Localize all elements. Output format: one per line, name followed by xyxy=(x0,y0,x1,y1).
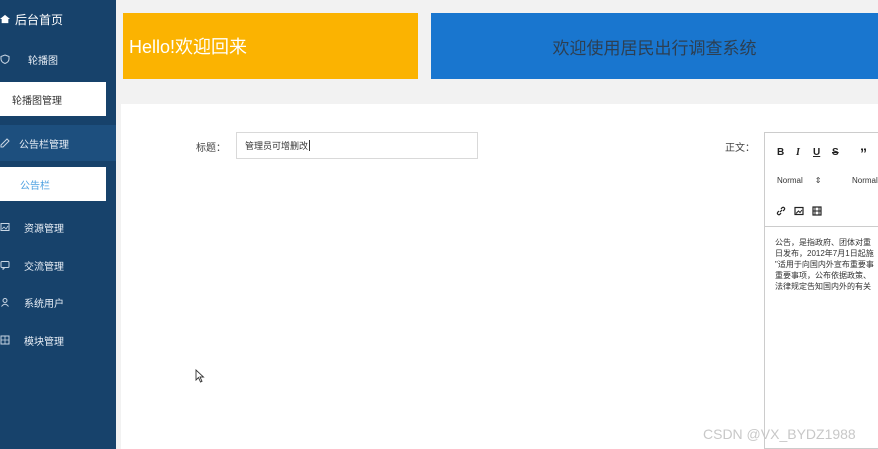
sidebar-item-notice-manage[interactable]: 公告栏管理 xyxy=(0,125,116,161)
header-select-value: Normal xyxy=(777,176,803,185)
underline-button[interactable]: U xyxy=(813,147,820,158)
sidebar-item-label: 公告栏 xyxy=(20,180,50,192)
sidebar-item-label: 轮播图管理 xyxy=(12,95,62,107)
select-arrows-icon: ⇕ xyxy=(814,176,822,185)
rich-text-editor[interactable]: B I U S ” Normal ⇕ Normal 公告，是指政府、团体对重 日发… xyxy=(764,132,878,449)
title-label: 标题： xyxy=(196,143,226,154)
toolbar-divider xyxy=(765,226,878,227)
body-label: 正文： xyxy=(725,143,755,154)
sidebar-item-resources[interactable]: 资源管理 xyxy=(0,209,116,245)
bold-button[interactable]: B xyxy=(777,147,784,158)
chat-icon xyxy=(0,261,10,270)
text-caret xyxy=(309,140,311,151)
video-icon[interactable] xyxy=(812,206,822,216)
watermark: CSDN @VX_BYDZ1988 xyxy=(703,426,856,442)
sidebar-item-communication[interactable]: 交流管理 xyxy=(0,247,116,283)
link-icon[interactable] xyxy=(776,206,786,216)
sidebar-item-label: 资源管理 xyxy=(24,223,64,235)
header-select[interactable]: Normal ⇕ xyxy=(777,176,821,185)
edit-icon xyxy=(0,138,10,148)
sidebar-item-modules[interactable]: 模块管理 xyxy=(0,322,116,358)
user-icon xyxy=(1,298,9,307)
sidebar: 后台首页 轮播图 轮播图管理 公告栏管理 公告栏 资源管理 交流管理 系统用户 … xyxy=(0,0,116,449)
grid-icon xyxy=(0,335,10,345)
sidebar-item-label: 模块管理 xyxy=(24,336,64,348)
strike-button[interactable]: S xyxy=(832,147,839,158)
sidebar-item-label: 系统用户 xyxy=(24,298,64,310)
italic-button[interactable]: I xyxy=(796,147,800,158)
home-icon xyxy=(0,14,10,24)
welcome-banner: Hello!欢迎回来 xyxy=(123,13,418,79)
sidebar-item-carousel[interactable]: 轮播图 xyxy=(0,41,116,77)
title-input-value: 管理员可增删改 xyxy=(245,141,309,151)
sidebar-subitem-notice[interactable]: 公告栏 xyxy=(0,167,106,201)
sidebar-item-label: 公告栏管理 xyxy=(19,139,69,151)
sidebar-item-label: 交流管理 xyxy=(24,261,64,273)
sidebar-home[interactable]: 后台首页 xyxy=(0,0,116,38)
shield-icon xyxy=(0,54,10,64)
size-select-value: Normal xyxy=(852,176,878,185)
sidebar-item-label: 轮播图 xyxy=(28,55,58,67)
mouse-cursor-icon xyxy=(195,369,205,383)
editor-content[interactable]: 公告，是指政府、团体对重 日发布，2012年7月1日起施 "适用于向国内外宣布重… xyxy=(775,237,878,292)
sidebar-item-system-users[interactable]: 系统用户 xyxy=(0,284,116,320)
sidebar-title: 后台首页 xyxy=(15,12,64,27)
system-banner: 欢迎使用居民出行调查系统 xyxy=(431,13,878,79)
image-icon[interactable] xyxy=(794,206,804,216)
blockquote-button[interactable]: ” xyxy=(860,145,867,161)
image-icon xyxy=(0,223,10,231)
title-input[interactable]: 管理员可增删改 xyxy=(236,132,478,159)
sidebar-subitem-carousel-manage[interactable]: 轮播图管理 xyxy=(0,82,106,116)
size-select[interactable]: Normal xyxy=(852,176,878,185)
